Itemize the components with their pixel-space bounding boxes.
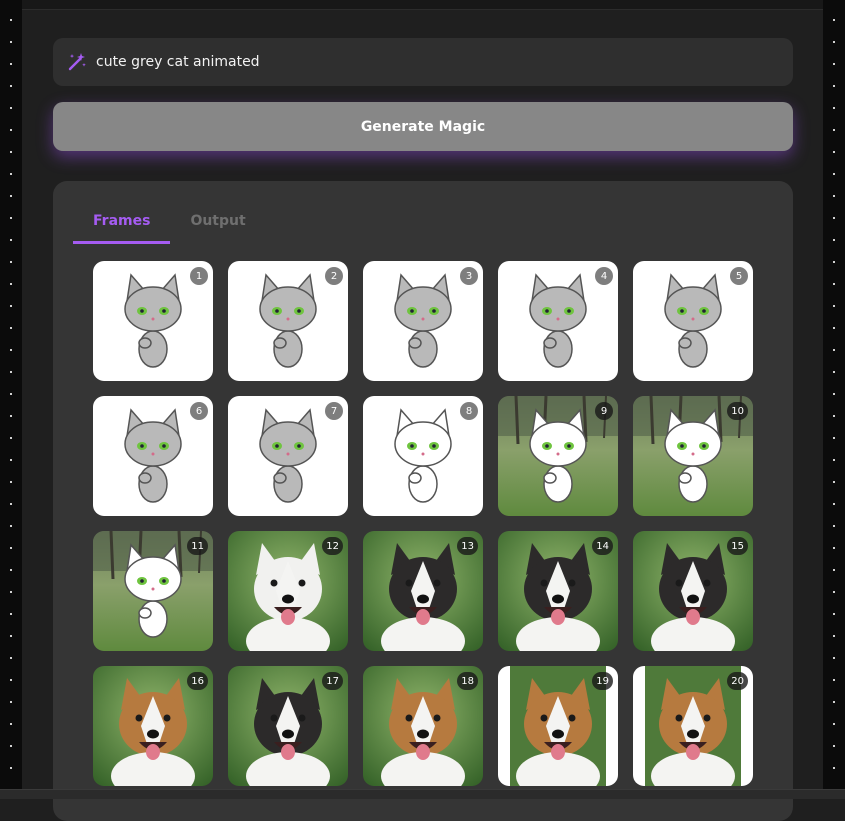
frame-number-badge: 4 bbox=[595, 267, 613, 285]
frame-number-badge: 12 bbox=[322, 537, 343, 555]
frame-number-badge: 14 bbox=[592, 537, 613, 555]
magic-wand-icon bbox=[68, 53, 86, 71]
frame-thumbnail[interactable]: 8 bbox=[363, 396, 483, 516]
prompt-input[interactable]: cute grey cat animated bbox=[53, 38, 793, 86]
left-dotted-strip bbox=[0, 0, 22, 799]
frame-thumbnail[interactable]: 4 bbox=[498, 261, 618, 381]
results-panel: Frames Output 1 2 3 4 5 6 7 8 9 10 11 12… bbox=[53, 181, 793, 821]
generate-magic-button[interactable]: Generate Magic bbox=[53, 102, 793, 151]
frame-number-badge: 3 bbox=[460, 267, 478, 285]
frame-thumbnail[interactable]: 18 bbox=[363, 666, 483, 786]
frame-number-badge: 8 bbox=[460, 402, 478, 420]
frame-thumbnail[interactable]: 5 bbox=[633, 261, 753, 381]
frame-number-badge: 17 bbox=[322, 672, 343, 690]
right-dotted-strip bbox=[823, 0, 845, 799]
frame-thumbnail[interactable]: 12 bbox=[228, 531, 348, 651]
frame-number-badge: 18 bbox=[457, 672, 478, 690]
frame-number-badge: 16 bbox=[187, 672, 208, 690]
frame-thumbnail[interactable]: 2 bbox=[228, 261, 348, 381]
frame-thumbnail[interactable]: 11 bbox=[93, 531, 213, 651]
frame-number-badge: 10 bbox=[727, 402, 748, 420]
prompt-text: cute grey cat animated bbox=[96, 54, 260, 70]
tab-output[interactable]: Output bbox=[170, 213, 265, 244]
frame-number-badge: 6 bbox=[190, 402, 208, 420]
tab-frames[interactable]: Frames bbox=[73, 213, 171, 244]
frame-number-badge: 11 bbox=[187, 537, 208, 555]
frame-number-badge: 7 bbox=[325, 402, 343, 420]
frame-thumbnail[interactable]: 13 bbox=[363, 531, 483, 651]
frame-thumbnail[interactable]: 15 bbox=[633, 531, 753, 651]
frame-thumbnail[interactable]: 19 bbox=[498, 666, 618, 786]
frame-number-badge: 13 bbox=[457, 537, 478, 555]
frame-thumbnail[interactable]: 17 bbox=[228, 666, 348, 786]
frame-thumbnail[interactable]: 20 bbox=[633, 666, 753, 786]
frame-number-badge: 19 bbox=[592, 672, 613, 690]
frame-number-badge: 2 bbox=[325, 267, 343, 285]
frame-number-badge: 15 bbox=[727, 537, 748, 555]
frame-thumbnail[interactable]: 10 bbox=[633, 396, 753, 516]
frame-thumbnail[interactable]: 9 bbox=[498, 396, 618, 516]
frame-number-badge: 5 bbox=[730, 267, 748, 285]
frame-number-badge: 20 bbox=[727, 672, 748, 690]
window-top-edge bbox=[0, 0, 845, 10]
frame-thumbnail[interactable]: 6 bbox=[93, 396, 213, 516]
frame-thumbnail[interactable]: 16 bbox=[93, 666, 213, 786]
frame-thumbnail[interactable]: 3 bbox=[363, 261, 483, 381]
frame-thumbnail[interactable]: 1 bbox=[93, 261, 213, 381]
frame-number-badge: 1 bbox=[190, 267, 208, 285]
frame-number-badge: 9 bbox=[595, 402, 613, 420]
frame-thumbnail[interactable]: 7 bbox=[228, 396, 348, 516]
tab-bar: Frames Output bbox=[73, 213, 266, 244]
frame-thumbnail[interactable]: 14 bbox=[498, 531, 618, 651]
window-bottom-edge bbox=[0, 789, 845, 799]
